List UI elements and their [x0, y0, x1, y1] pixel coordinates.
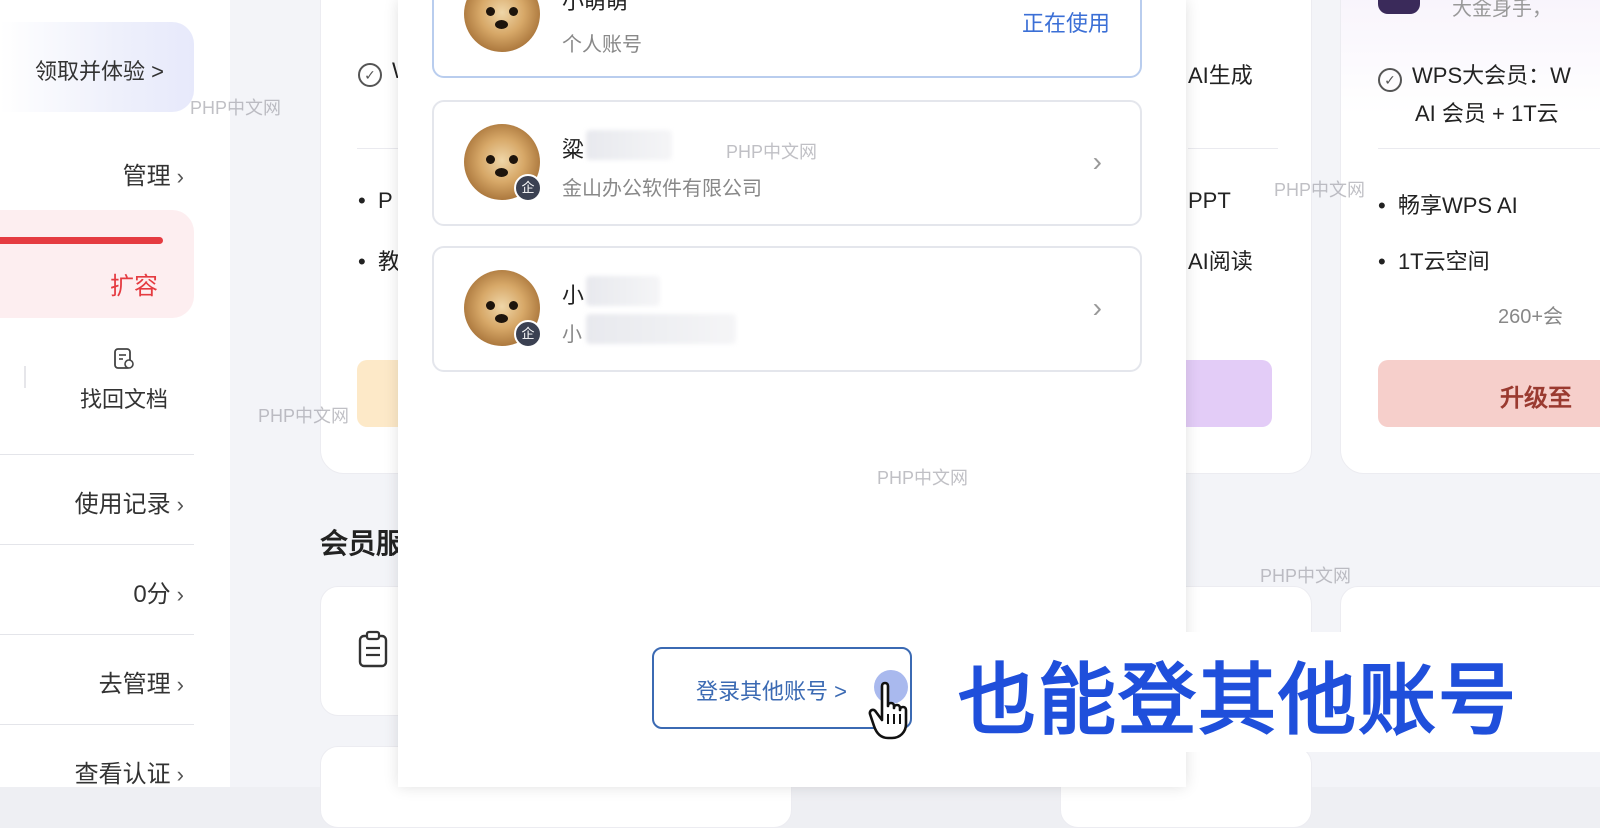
plan-middle-button[interactable] — [1180, 360, 1272, 427]
points-label: 0分 — [133, 581, 171, 608]
account-name: 粱 — [562, 137, 585, 162]
expand-storage-label[interactable]: 扩容 — [110, 266, 158, 301]
chevron-right-icon: › — [176, 672, 184, 697]
watermark: PHP中文网 — [726, 142, 818, 162]
enterprise-badge-icon: 企 — [514, 174, 542, 202]
divider — [24, 366, 26, 388]
divider — [1378, 148, 1600, 149]
avatar-nose — [495, 20, 508, 29]
storage-card[interactable] — [0, 210, 194, 318]
redacted-name — [586, 130, 672, 160]
go-manage-label: 去管理 — [98, 671, 171, 698]
usage-record-link[interactable]: 使用记录 › — [75, 484, 184, 519]
account-organization: 金山办公软件有限公司 — [562, 178, 762, 200]
hand-cursor-icon — [868, 681, 908, 740]
plan-feature-middle: AI生成 — [1188, 63, 1253, 88]
manage-link[interactable]: 管理 › — [123, 156, 184, 191]
avatar-eye — [486, 301, 495, 310]
plan-bullet-left-1: • P — [358, 188, 393, 213]
watermark: PHP中文网 — [190, 98, 282, 118]
plan-bullet-left-1-text: P — [377, 188, 393, 213]
plan-feature-right-text: WPS大会员：W — [1412, 63, 1571, 88]
chevron-right-icon: › — [176, 762, 184, 787]
plan-bullet-middle-1: PPT — [1188, 188, 1231, 213]
avatar-eye — [486, 155, 495, 164]
chevron-right-icon: › — [1092, 292, 1102, 323]
chevron-right-icon: › — [176, 582, 184, 607]
plan-right-logo — [1378, 0, 1420, 14]
check-circle-icon: ✓ — [358, 63, 382, 87]
storage-progress-bar — [0, 237, 163, 244]
avatar-nose — [495, 168, 508, 177]
in-use-status: 正在使用 — [1021, 11, 1110, 36]
chevron-right-icon: › — [1092, 146, 1102, 177]
recover-document-icon[interactable] — [113, 347, 135, 371]
chevron-right-icon: › — [176, 492, 184, 517]
divider — [1188, 148, 1278, 149]
member-services-title: 会员服 — [320, 528, 405, 559]
redacted-name — [586, 276, 660, 306]
account-organization: 小 — [562, 324, 582, 346]
divider — [0, 544, 194, 545]
chevron-right-icon: › — [176, 164, 184, 189]
check-circle-icon: ✓ — [1378, 68, 1402, 92]
watermark: PHP中文网 — [1274, 180, 1366, 200]
claim-trial-label: 领取并体验 > — [35, 59, 164, 84]
recover-document-label[interactable]: 找回文档 — [80, 382, 168, 414]
go-manage-link[interactable]: 去管理 › — [99, 664, 184, 699]
upgrade-button-label: 升级至 — [1500, 385, 1572, 412]
plan-bullet-left-2-text: 教 — [377, 249, 400, 274]
watermark: PHP中文网 — [877, 468, 969, 488]
account-item-current[interactable]: 小萌萌 个人账号 正在使用 — [432, 0, 1142, 78]
login-other-account-label: 登录其他账号 > — [696, 679, 847, 704]
watermark: PHP中文网 — [1260, 566, 1352, 586]
plan-bullet-right-1-text: 畅享WPS AI — [1397, 193, 1518, 218]
enterprise-badge-icon: 企 — [514, 320, 542, 348]
plan-bullet-middle-2: AI阅读 — [1188, 249, 1253, 274]
divider — [0, 724, 194, 725]
watermark: PHP中文网 — [258, 406, 350, 426]
avatar-eye — [509, 155, 518, 164]
claim-trial-button[interactable]: 领取并体验 > — [0, 22, 194, 112]
divider — [0, 634, 194, 635]
account-name: 小 — [562, 283, 585, 308]
plan-right-tagline: 大金身手， — [1452, 0, 1552, 20]
redacted-organization — [586, 314, 736, 344]
plan-bullet-left-2: • 教 — [358, 249, 400, 274]
account-type: 个人账号 — [562, 34, 642, 56]
plan-feature-right-line2: AI 会员 + 1T云 — [1415, 101, 1559, 126]
usage-record-label: 使用记录 — [74, 491, 171, 518]
avatar-eye — [486, 7, 495, 16]
plan-bullet-right-2-text: 1T云空间 — [1397, 249, 1490, 274]
plan-bullet-right-1: • 畅享WPS AI — [1378, 193, 1518, 218]
video-caption: 也能登其他账号 — [958, 656, 1519, 746]
plan-feature-right: ✓ WPS大会员：W — [1378, 58, 1571, 92]
manage-label: 管理 — [122, 163, 171, 190]
avatar-eye — [509, 301, 518, 310]
avatar — [464, 0, 540, 52]
avatar-eye — [509, 7, 518, 16]
divider — [0, 454, 194, 455]
view-verification-link[interactable]: 查看认证 › — [75, 754, 184, 789]
avatar-nose — [495, 314, 508, 323]
plan-bullet-right-2: • 1T云空间 — [1378, 249, 1490, 274]
account-item[interactable]: 企 小 小 › — [432, 246, 1142, 372]
clipboard-icon — [358, 630, 388, 668]
view-verification-label: 查看认证 — [74, 761, 171, 788]
points-link[interactable]: 0分 › — [133, 574, 184, 609]
plan-right-more: 260+会 — [1498, 306, 1564, 328]
account-name: 小萌萌 — [562, 0, 629, 14]
